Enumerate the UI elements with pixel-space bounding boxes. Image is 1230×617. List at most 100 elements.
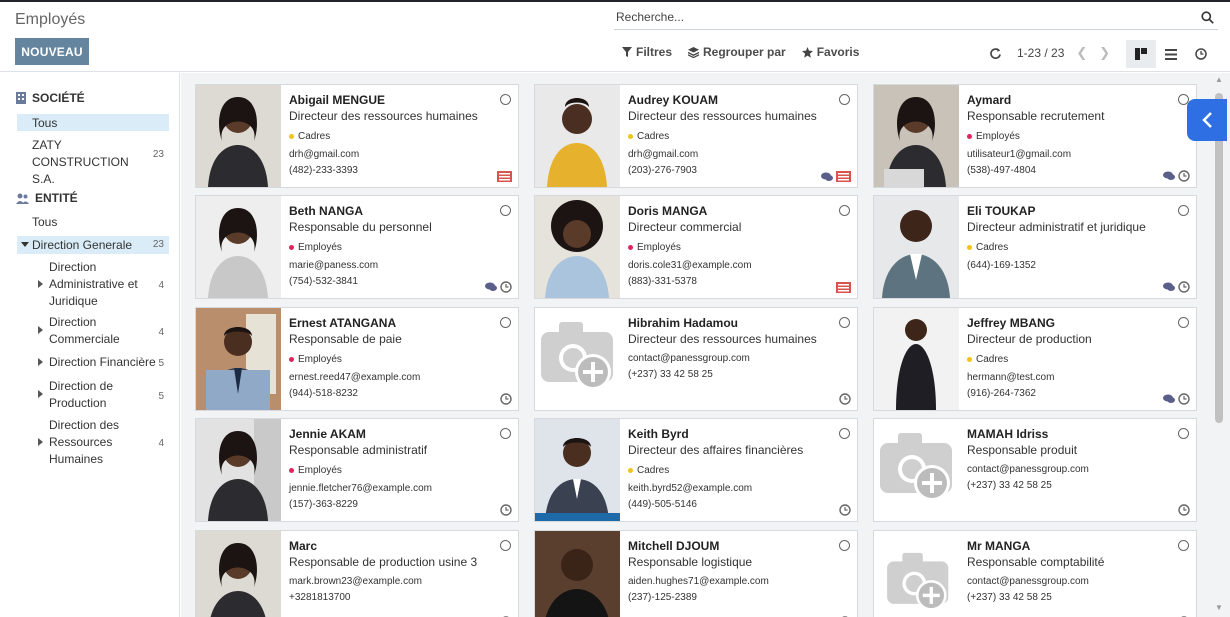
clock-icon[interactable] <box>500 504 512 516</box>
clock-icon[interactable] <box>1178 170 1190 182</box>
employee-photo <box>196 196 281 298</box>
caret-right-icon[interactable] <box>38 390 43 398</box>
company-item[interactable]: ZATY CONSTRUCTION S.A. 23 <box>17 137 169 186</box>
clock-icon <box>1195 48 1207 60</box>
employee-card[interactable]: Beth NANGA Responsable du personnel Empl… <box>195 195 519 299</box>
entity-header-label: ENTITÉ <box>35 191 78 205</box>
company-all-label: Tous <box>32 116 58 130</box>
employee-card[interactable]: Abigail MENGUE Directeur des ressources … <box>195 84 519 188</box>
employee-email: doris.cole31@example.com <box>628 260 752 271</box>
employee-card[interactable]: Ernest ATANGANA Responsable de paie Empl… <box>195 307 519 411</box>
employee-email: mark.brown23@example.com <box>289 576 422 587</box>
employee-email: hermann@test.com <box>967 372 1055 383</box>
employee-card[interactable]: MAMAH Idriss Responsable produit contact… <box>873 418 1197 522</box>
vertical-scrollbar[interactable]: ▲ ▼ <box>1214 73 1226 617</box>
pager-next-icon[interactable]: ❯ <box>1099 45 1110 61</box>
employee-card[interactable]: Hibrahim Hadamou Directeur des ressource… <box>534 307 858 411</box>
employee-card[interactable]: Jeffrey MBANG Directeur de production Ca… <box>873 307 1197 411</box>
caret-right-icon[interactable] <box>38 326 43 334</box>
employee-tag-label: Cadres <box>976 354 1009 365</box>
employee-email: jennie.fletcher76@example.com <box>289 483 433 494</box>
employee-tag: Employés <box>289 242 342 253</box>
chat-icon[interactable] <box>1163 171 1175 181</box>
group-by-toggle[interactable]: Regrouper par <box>688 45 786 59</box>
scrollbar-thumb[interactable] <box>1215 93 1223 423</box>
company-all[interactable]: Tous <box>17 114 169 131</box>
search-input[interactable] <box>616 10 1176 24</box>
activity-warning-icon[interactable] <box>836 171 851 182</box>
caret-right-icon[interactable] <box>38 438 43 446</box>
employee-card[interactable]: Aymard Responsable recrutement Employés … <box>873 84 1197 188</box>
entity-sub-item[interactable]: Direction Financière 5 <box>38 354 169 371</box>
company-item-label: ZATY CONSTRUCTION S.A. <box>32 138 129 186</box>
employee-name: Abigail MENGUE <box>289 93 386 107</box>
clock-icon[interactable] <box>500 393 512 405</box>
entity-sub-item[interactable]: Direction de Production 5 <box>38 378 169 412</box>
clock-icon[interactable] <box>1178 281 1190 293</box>
employee-name: Audrey KOUAM <box>628 93 719 107</box>
building-icon <box>16 92 26 104</box>
presence-status-icon <box>1178 317 1189 328</box>
employee-card[interactable]: Eli TOUKAP Directeur administratif et ju… <box>873 195 1197 299</box>
employee-name: Beth NANGA <box>289 204 363 218</box>
activity-view-button[interactable] <box>1186 40 1216 68</box>
clock-icon[interactable] <box>1178 393 1190 405</box>
new-button[interactable]: NOUVEAU <box>15 38 89 65</box>
chat-icon[interactable] <box>485 282 497 292</box>
entity-sub-count: 5 <box>158 391 164 402</box>
employee-card[interactable]: Mitchell DJOUM Responsable logistique ai… <box>534 530 858 617</box>
caret-right-icon[interactable] <box>38 358 43 366</box>
caret-down-icon[interactable] <box>21 242 29 247</box>
employee-email: ernest.reed47@example.com <box>289 372 421 383</box>
entity-sub-item[interactable]: Direction Commerciale 4 <box>38 314 169 348</box>
chat-icon[interactable] <box>1163 282 1175 292</box>
search-panel: SOCIÉTÉ Tous ZATY CONSTRUCTION S.A. 23 E… <box>0 73 180 617</box>
employee-card[interactable]: Doris MANGA Directeur commercial Employé… <box>534 195 858 299</box>
card-actions <box>500 504 512 516</box>
favorites-toggle[interactable]: Favoris <box>801 45 859 59</box>
company-header-label: SOCIÉTÉ <box>32 91 85 105</box>
employee-photo <box>874 531 959 617</box>
clock-icon[interactable] <box>839 393 851 405</box>
entity-sub-label: Direction Commerciale <box>49 315 120 346</box>
chat-icon[interactable] <box>821 172 833 182</box>
presence-status-icon <box>500 317 511 328</box>
caret-right-icon[interactable] <box>38 280 43 288</box>
search-icon[interactable] <box>1201 11 1214 24</box>
kanban-view-button[interactable] <box>1126 40 1156 68</box>
presence-status-icon <box>500 94 511 105</box>
employee-name: Jeffrey MBANG <box>967 316 1056 330</box>
side-panel-toggle[interactable] <box>1187 99 1227 141</box>
employee-photo <box>874 196 959 298</box>
activity-warning-icon[interactable] <box>836 282 851 293</box>
entity-sub-item[interactable]: Direction Administrative et Juridique 4 <box>38 259 169 310</box>
clock-icon[interactable] <box>1178 504 1190 516</box>
card-actions <box>836 282 851 293</box>
clock-icon[interactable] <box>500 281 512 293</box>
star-icon <box>801 46 813 58</box>
entity-direction-generale[interactable]: Direction Generale 23 <box>17 236 169 254</box>
scroll-up-icon[interactable]: ▲ <box>1215 75 1223 84</box>
pager-previous-icon[interactable]: ❮ <box>1076 45 1087 61</box>
pager-value[interactable]: 1-23 / 23 <box>1017 46 1064 60</box>
entity-all[interactable]: Tous <box>17 214 169 231</box>
employee-phone: (203)-276-7903 <box>628 165 697 176</box>
entity-sub-item[interactable]: Direction des Ressources Humaines 4 <box>38 417 169 468</box>
entity-main-label: Direction Generale <box>32 238 133 252</box>
employee-name: Keith Byrd <box>628 427 689 441</box>
chat-icon[interactable] <box>1163 394 1175 404</box>
employee-email: aiden.hughes71@example.com <box>628 576 769 587</box>
list-view-button[interactable] <box>1156 40 1186 68</box>
scroll-down-icon[interactable]: ▼ <box>1215 603 1223 612</box>
employee-card[interactable]: Marc Responsable de production usine 3 m… <box>195 530 519 617</box>
refresh-icon[interactable] <box>990 47 1001 59</box>
presence-status-icon <box>839 428 850 439</box>
filters-toggle[interactable]: Filtres <box>622 45 672 59</box>
employee-phone: (449)-505-5146 <box>628 499 697 510</box>
employee-card[interactable]: Mr MANGA Responsable comptabilité contac… <box>873 530 1197 617</box>
employee-card[interactable]: Keith Byrd Directeur des affaires financ… <box>534 418 858 522</box>
activity-warning-icon[interactable] <box>497 171 512 182</box>
clock-icon[interactable] <box>839 504 851 516</box>
employee-card[interactable]: Jennie AKAM Responsable administratif Em… <box>195 418 519 522</box>
employee-card[interactable]: Audrey KOUAM Directeur des ressources hu… <box>534 84 858 188</box>
